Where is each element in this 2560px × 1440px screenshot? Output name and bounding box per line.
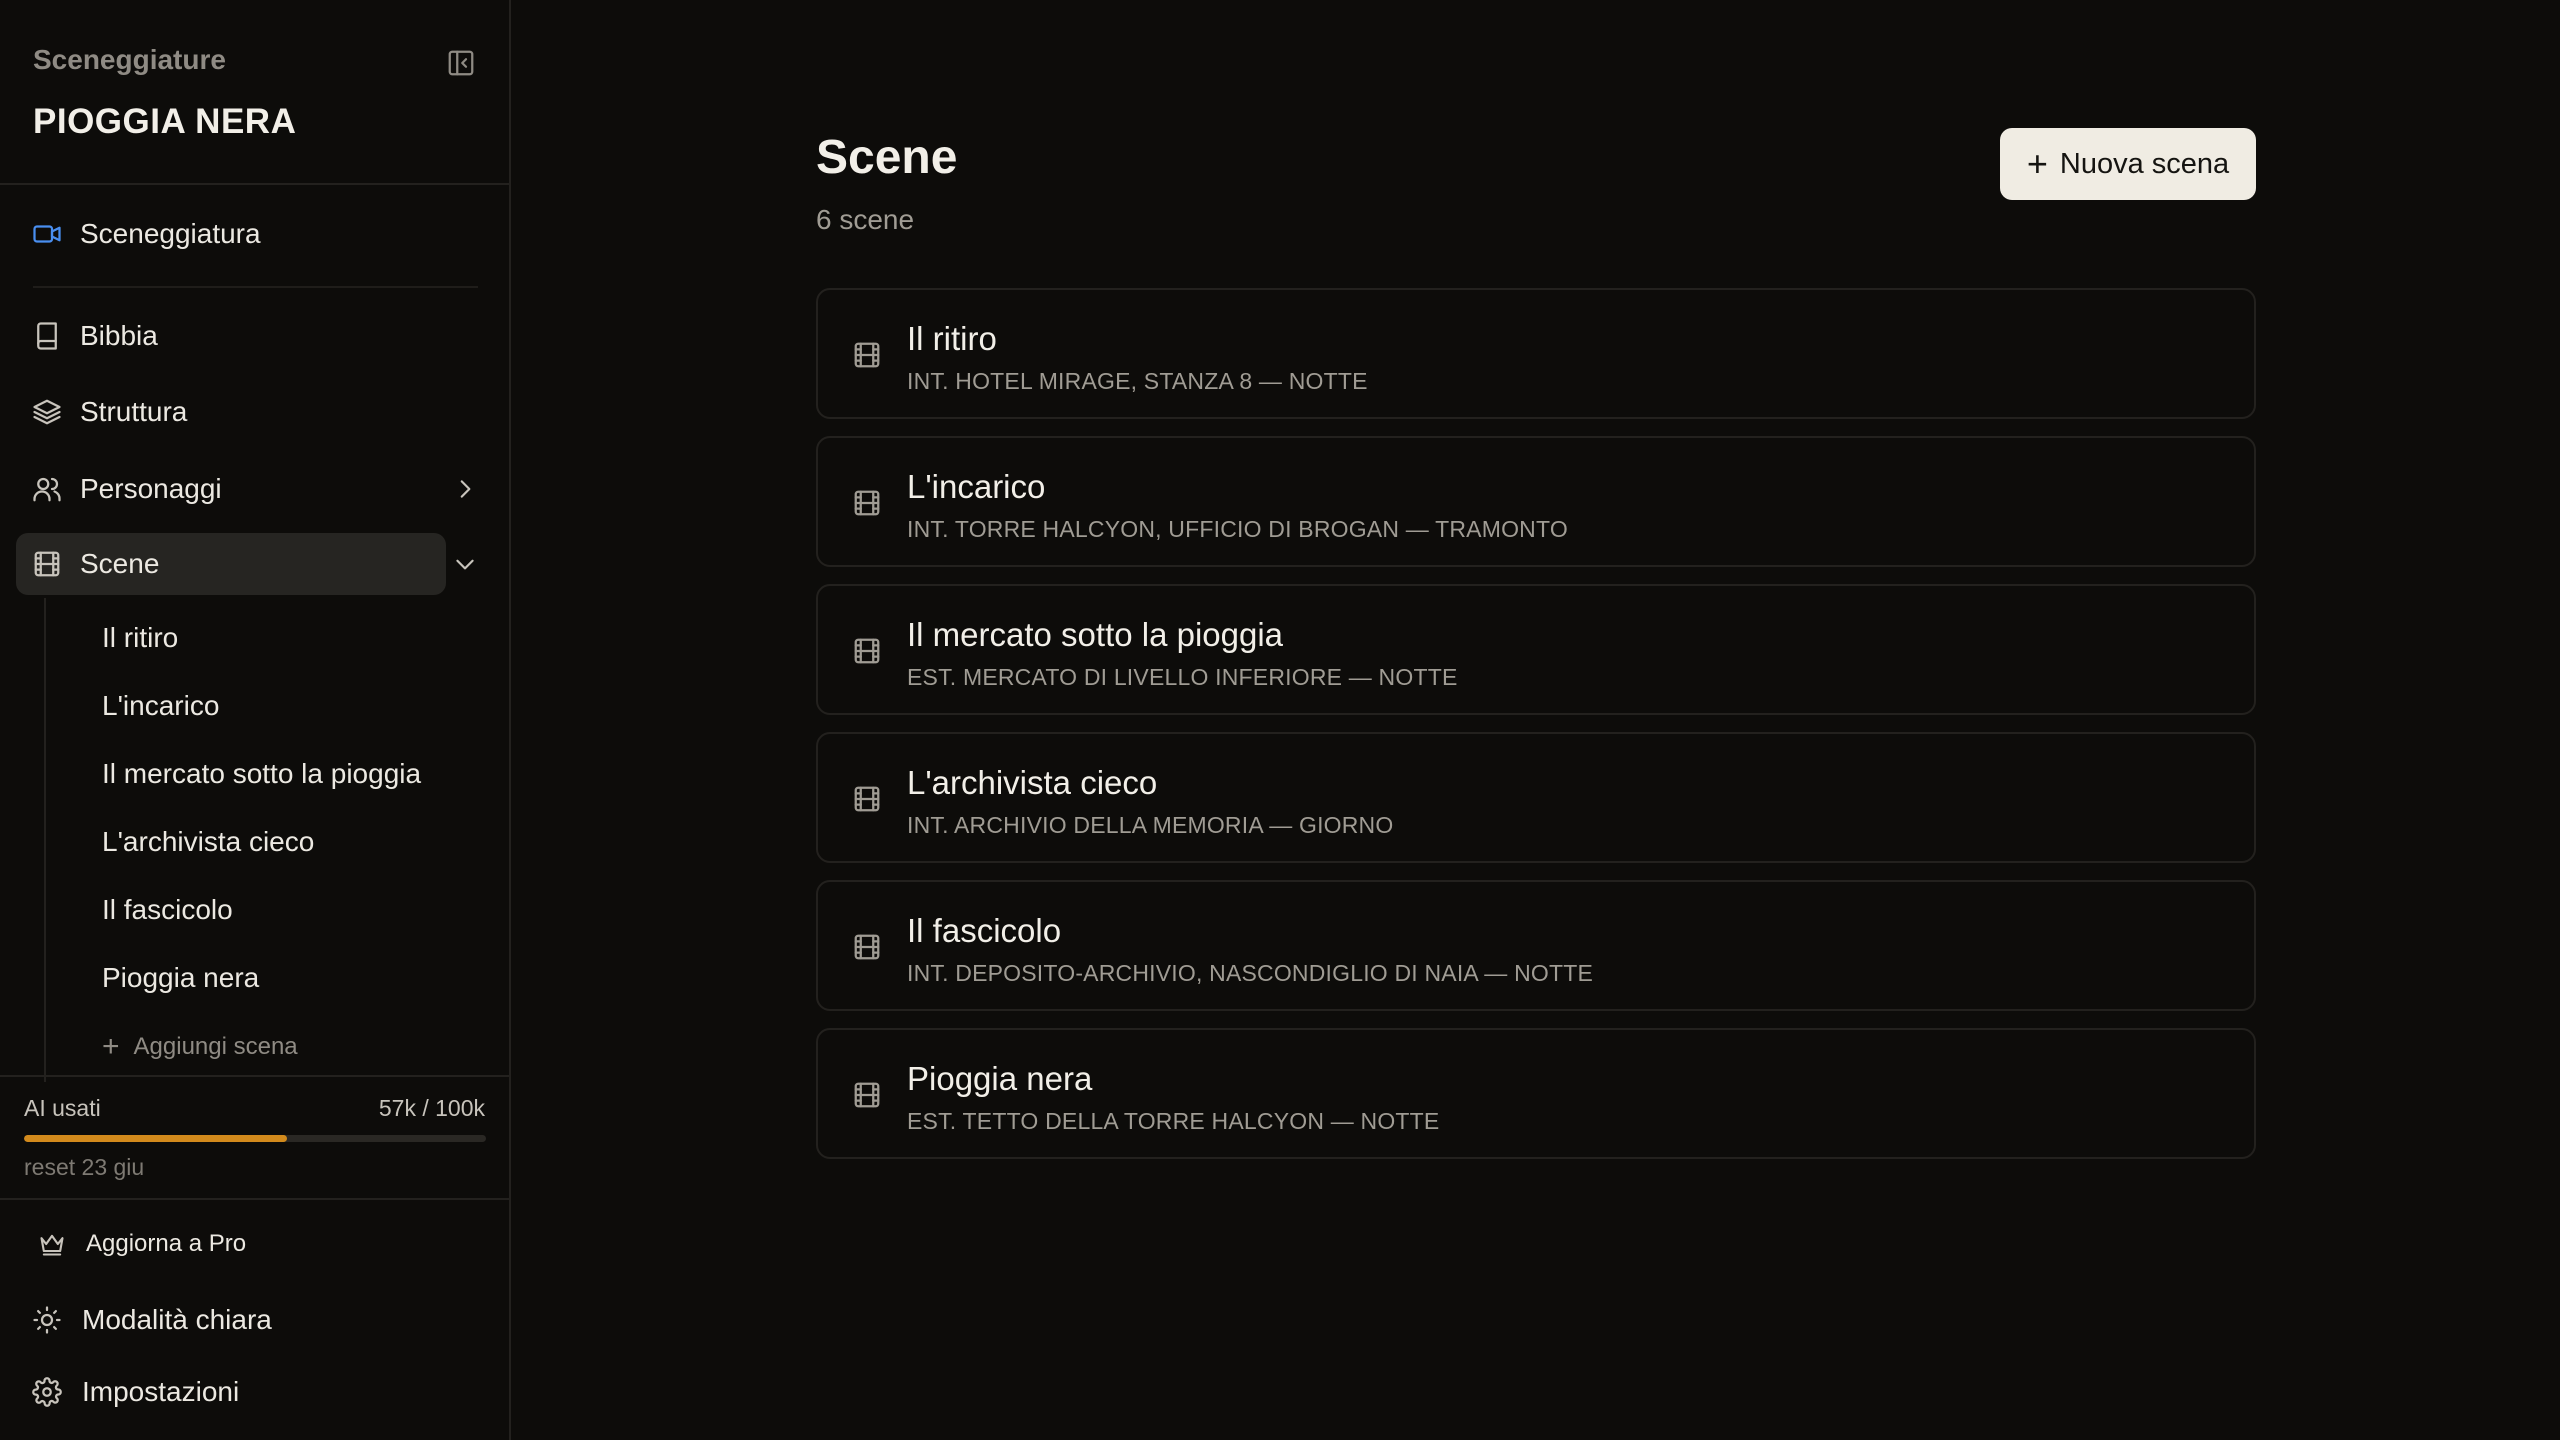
scene-subtree-line (44, 598, 46, 1082)
crown-icon (40, 1234, 64, 1256)
new-scene-label: Nuova scena (2059, 147, 2230, 180)
scene-location: EST. TETTO DELLA TORRE HALCYON — NOTTE (907, 1108, 1440, 1134)
scene-title: L'incarico (907, 468, 1046, 505)
scene-location: EST. MERCATO DI LIVELLO INFERIORE — NOTT… (907, 664, 1458, 690)
scene-card[interactable]: L'incarico INT. TORRE HALCYON, UFFICIO DI… (816, 436, 2256, 567)
scene-title: Il mercato sotto la pioggia (907, 616, 1284, 653)
usage-count: 57k / 100k (378, 1095, 485, 1121)
users-icon (33, 477, 61, 502)
nav-item-characters[interactable]: Personaggi (16, 458, 446, 520)
nav-label: Bibbia (80, 320, 158, 351)
scene-title: Pioggia nera (907, 1060, 1093, 1097)
nav-item-screenplay[interactable]: Sceneggiatura (16, 203, 446, 265)
film-icon (854, 934, 880, 960)
collapse-scenes-button[interactable] (450, 549, 480, 579)
app-window: Sceneggiature PIOGGIA NERA Sceneggiatura… (0, 0, 2560, 1440)
nav-label: Struttura (80, 396, 188, 427)
chevron-down-icon (456, 559, 474, 570)
nav-label: Scene (80, 548, 160, 579)
book-icon (37, 322, 57, 350)
chevron-right-icon (460, 480, 471, 498)
page-title: Scene (816, 131, 958, 184)
project-title: PIOGGIA NERA (33, 102, 297, 141)
scene-location: INT. DEPOSITO-ARCHIVIO, NASCONDIGLIO DI … (907, 960, 1594, 986)
scene-title: L'archivista cieco (907, 764, 1158, 801)
video-camera-icon (33, 225, 61, 243)
nav-item-bible[interactable]: Bibbia (16, 305, 446, 367)
light-mode-label: Modalità chiara (82, 1304, 272, 1335)
add-scene-link[interactable]: + Aggiungi scena (102, 1030, 298, 1064)
scene-location: INT. ARCHIVIO DELLA MEMORIA — GIORNO (907, 812, 1394, 838)
app-name: Sceneggiature (33, 44, 226, 75)
scene-card[interactable]: L'archivista cieco INT. ARCHIVIO DELLA ME… (816, 732, 2256, 863)
new-scene-button[interactable]: + Nuova scena (2000, 128, 2256, 200)
usage-progress-bar (24, 1135, 486, 1142)
film-icon (854, 638, 880, 664)
plus-icon: + (102, 1030, 120, 1063)
scene-count: 6 scene (816, 204, 915, 235)
sidebar: Sceneggiature PIOGGIA NERA Sceneggiatura… (0, 0, 511, 1440)
ai-usage-panel: AI usati 57k / 100k reset 23 giu (0, 1075, 509, 1200)
sidebar-scene-item[interactable]: L'incarico (102, 690, 219, 722)
sidebar-scene-item[interactable]: Il fascicolo (102, 894, 233, 926)
light-mode-toggle[interactable]: Modalità chiara (32, 1304, 272, 1336)
film-icon (854, 786, 880, 812)
settings-button[interactable]: Impostazioni (32, 1376, 239, 1408)
sidebar-collapse-icon (448, 50, 474, 76)
usage-reset-date: reset 23 giu (24, 1154, 145, 1180)
sidebar-scene-item[interactable]: L'archivista cieco (102, 826, 314, 858)
usage-progress-fill (24, 1135, 288, 1142)
film-icon (854, 490, 880, 516)
layers-icon (33, 399, 61, 425)
nav-label: Sceneggiatura (80, 218, 261, 249)
scene-card[interactable]: Il ritiro INT. HOTEL MIRAGE, STANZA 8 — N… (816, 288, 2256, 419)
nav-divider (33, 286, 478, 288)
sidebar-scene-item[interactable]: Il ritiro (102, 622, 178, 654)
scene-card[interactable]: Il mercato sotto la pioggia EST. MERCATO … (816, 584, 2256, 715)
usage-label: AI usati (24, 1095, 101, 1121)
sidebar-scene-item[interactable]: Il mercato sotto la pioggia (102, 758, 421, 790)
collapse-sidebar-button[interactable] (444, 46, 478, 80)
scene-card[interactable]: Il fascicolo INT. DEPOSITO-ARCHIVIO, NASC… (816, 880, 2256, 1011)
film-icon (854, 1082, 880, 1108)
plus-icon: + (2026, 143, 2048, 184)
nav-item-scenes[interactable]: Scene (16, 533, 446, 595)
film-icon (854, 342, 880, 368)
scene-card[interactable]: Pioggia nera EST. TETTO DELLA TORRE HALCY… (816, 1028, 2256, 1159)
sidebar-header: Sceneggiature PIOGGIA NERA (0, 0, 509, 185)
nav-label: Personaggi (80, 473, 222, 504)
sun-icon (33, 1306, 61, 1334)
sidebar-scene-item[interactable]: Pioggia nera (102, 962, 259, 994)
nav-item-structure[interactable]: Struttura (16, 381, 446, 443)
main-content: Scene 6 scene + Nuova scena Il ritiro INT… (511, 0, 2560, 1440)
film-icon (34, 551, 60, 577)
scene-location: INT. HOTEL MIRAGE, STANZA 8 — NOTTE (907, 368, 1368, 394)
expand-characters-button[interactable] (450, 474, 480, 504)
upgrade-pro-button[interactable]: Aggiorna a Pro (38, 1230, 246, 1258)
gear-icon (32, 1377, 62, 1407)
add-scene-label: Aggiungi scena (133, 1033, 298, 1060)
scene-location: INT. TORRE HALCYON, UFFICIO DI BROGAN — … (907, 516, 1568, 542)
upgrade-label: Aggiorna a Pro (86, 1230, 247, 1257)
scene-title: Il fascicolo (907, 912, 1062, 949)
settings-label: Impostazioni (82, 1376, 240, 1407)
scene-title: Il ritiro (907, 320, 997, 357)
